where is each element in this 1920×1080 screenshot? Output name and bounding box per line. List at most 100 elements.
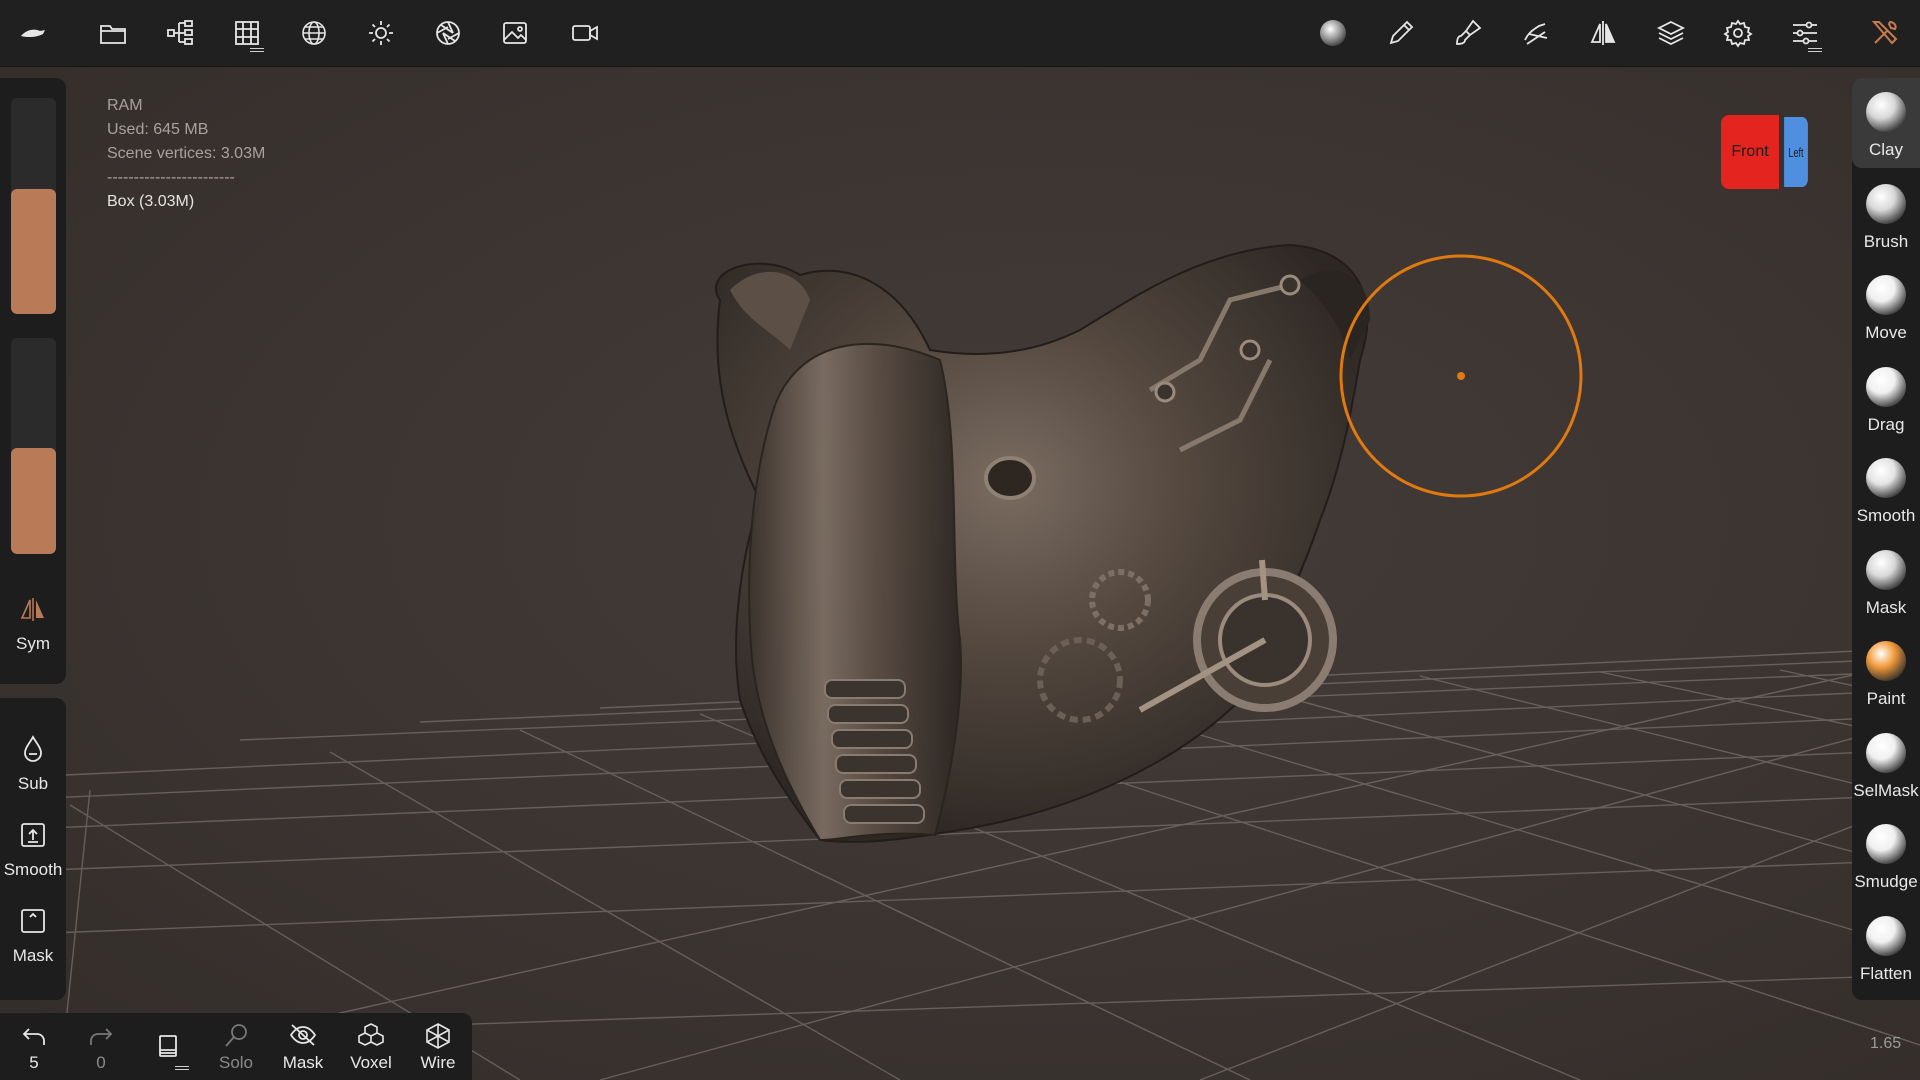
paint-brush-icon [1866, 641, 1906, 681]
view-cube[interactable]: Front Left [1721, 115, 1813, 191]
image-icon[interactable] [490, 8, 540, 58]
mask-visibility-button[interactable]: Mask [269, 1013, 337, 1080]
eye-off-icon [289, 1024, 317, 1046]
tool-drag[interactable]: Drag [1852, 353, 1920, 443]
app-logo-icon[interactable] [8, 8, 58, 58]
smooth-brush-icon [1866, 458, 1906, 498]
wire-label: Wire [420, 1053, 456, 1072]
solo-label: Solo [218, 1053, 254, 1072]
tool-label: Smooth [1856, 506, 1916, 525]
intensity-slider[interactable] [11, 338, 56, 554]
undo-count: 5 [29, 1053, 39, 1072]
tool-flatten[interactable]: Flatten [1852, 902, 1920, 992]
nomad-sculpt-app: RAM Used: 645 MB Scene vertices: 3.03M -… [0, 0, 1920, 1080]
tool-smooth[interactable]: Smooth [1852, 444, 1920, 534]
view-cube-front[interactable]: Front [1721, 115, 1779, 189]
smooth-shortcut-button[interactable]: Smooth [0, 814, 66, 884]
smudge-brush-icon [1866, 824, 1906, 864]
tool-label: Move [1865, 323, 1907, 342]
redo-count: 0 [96, 1053, 106, 1072]
tool-label: Clay [1868, 140, 1903, 159]
scene-info: RAM Used: 645 MB Scene vertices: 3.03M -… [107, 94, 265, 214]
pencil-icon[interactable] [1376, 8, 1426, 58]
tool-move[interactable]: Move [1852, 261, 1920, 351]
left-action-panel: Sub Smooth Mask [0, 698, 66, 1000]
mask-label: Mask [12, 946, 54, 965]
notes-button[interactable] [135, 1013, 203, 1080]
scene-vertices: Scene vertices: 3.03M [107, 145, 266, 162]
aperture-icon[interactable] [423, 8, 473, 58]
drop-icon [24, 735, 42, 762]
tool-label: Brush [1863, 231, 1909, 251]
clay-brush-icon [1866, 92, 1906, 132]
scene-tree-icon[interactable] [155, 8, 205, 58]
layers-icon[interactable] [1646, 8, 1696, 58]
tool-selmask[interactable]: SelMask [1852, 719, 1920, 809]
tool-panel: Clay Brush Move Drag Smooth Mask Paint SelMask S… [1852, 78, 1920, 1000]
wireframe-icon [426, 1023, 450, 1049]
redo-icon [90, 1028, 113, 1045]
ram-used: Used: 645 MB [107, 121, 209, 138]
sun-icon[interactable] [356, 8, 406, 58]
material-sphere-icon[interactable] [1308, 8, 1358, 58]
mask-brush-icon [1866, 549, 1906, 590]
ram-label: RAM [107, 97, 143, 114]
zoom-readout: 1.65 [1870, 1035, 1902, 1052]
voxel-cubes-icon [358, 1023, 384, 1046]
mask-shortcut-button[interactable]: Mask [0, 900, 66, 970]
brush-cursor [1339, 254, 1583, 498]
active-object-label: Box (3.03M) [107, 193, 195, 210]
floor-grid [0, 243, 1920, 1080]
document-icon [159, 1035, 177, 1057]
selmask-brush-icon [1866, 732, 1906, 773]
sculpt-mesh[interactable] [715, 243, 1370, 843]
voxel-button[interactable]: Voxel [337, 1013, 405, 1080]
folder-icon[interactable] [88, 8, 138, 58]
radius-slider-fill [11, 188, 56, 314]
mask-label: Mask [282, 1053, 324, 1072]
settings-icon[interactable] [1713, 8, 1763, 58]
smooth-box-icon [21, 823, 45, 847]
sphere-mesh-icon[interactable] [289, 8, 339, 58]
tool-mask[interactable]: Mask [1852, 536, 1920, 626]
undo-button[interactable]: 5 [0, 1013, 68, 1080]
tool-label: SelMask [1853, 780, 1919, 800]
flatten-brush-icon [1866, 915, 1906, 956]
sub-label: Sub [17, 774, 49, 793]
tool-paint[interactable]: Paint [1852, 627, 1920, 717]
tool-label: Drag [1867, 414, 1905, 434]
sub-toggle-button[interactable]: Sub [0, 728, 66, 798]
smooth-label: Smooth [3, 860, 63, 879]
paint-brush-icon[interactable] [1443, 8, 1493, 58]
tool-label: Mask [1865, 597, 1907, 617]
sliders-icon[interactable] [1780, 8, 1830, 58]
topology-grid-icon[interactable] [222, 8, 272, 58]
tools-icon[interactable] [1860, 8, 1910, 58]
tool-label: Flatten [1860, 963, 1912, 983]
symmetry-icon[interactable] [1578, 8, 1628, 58]
top-toolbar [0, 0, 1920, 67]
video-camera-icon[interactable] [560, 8, 610, 58]
redo-button[interactable]: 0 [67, 1013, 135, 1080]
bottom-toolbar: 5 0 Solo Mask Voxel Wire [0, 1013, 472, 1080]
radius-slider[interactable] [11, 98, 56, 314]
sym-label: Sym [16, 634, 50, 653]
tool-clay[interactable]: Clay [1852, 78, 1920, 168]
3d-viewport[interactable]: RAM Used: 645 MB Scene vertices: 3.03M -… [0, 66, 1920, 1080]
drag-brush-icon [1866, 366, 1906, 407]
move-brush-icon [1866, 275, 1906, 315]
mask-box-icon [21, 909, 45, 933]
intensity-slider-fill [11, 448, 56, 554]
symmetry-toggle-button[interactable]: Sym [0, 588, 66, 658]
solo-button[interactable]: Solo [202, 1013, 270, 1080]
tool-brush[interactable]: Brush [1852, 170, 1920, 260]
brush-brush-icon [1866, 183, 1906, 224]
view-cube-left[interactable]: Left [1784, 117, 1808, 187]
tool-smudge[interactable]: Smudge [1852, 810, 1920, 900]
wireframe-button[interactable]: Wire [404, 1013, 472, 1080]
stroke-icon[interactable] [1511, 8, 1561, 58]
tool-label: Paint [1866, 689, 1906, 708]
left-slider-panel: Sym [0, 78, 66, 684]
magnifier-icon [225, 1024, 247, 1047]
symmetry-icon [20, 598, 44, 621]
